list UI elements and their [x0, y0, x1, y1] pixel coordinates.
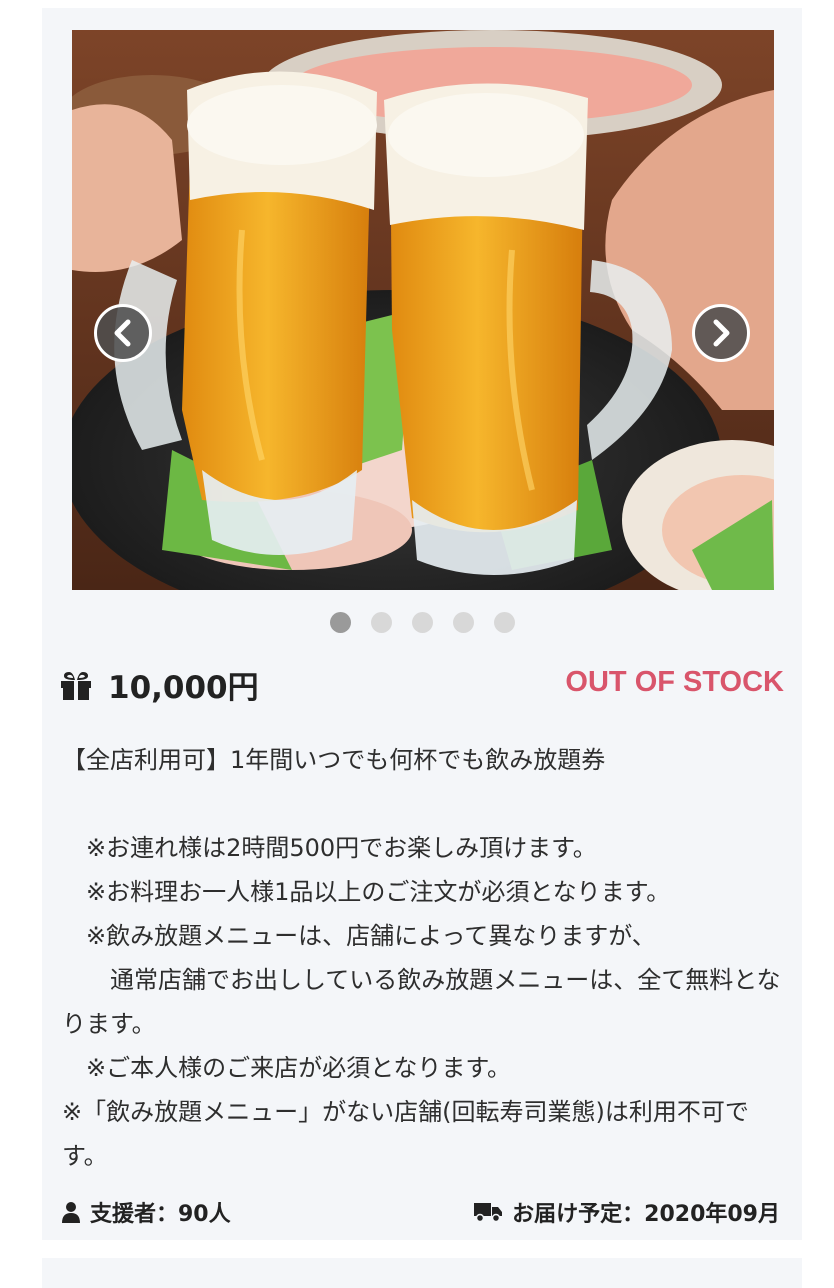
- chevron-left-icon: [114, 319, 131, 347]
- chevron-right-icon: [713, 319, 730, 347]
- reward-footer: 支援者：90人 お届け予定：2020年09月: [62, 1190, 780, 1234]
- carousel-dot[interactable]: [452, 612, 474, 633]
- description-line: 【全店利用可】1年間いつでも何杯でも飲み放題券: [62, 746, 606, 774]
- supporters-label: 支援者：90人: [90, 1202, 231, 1227]
- stock-status: OUT OF STOCK: [565, 666, 784, 698]
- description-line: [62, 782, 784, 826]
- reward-description: 【全店利用可】1年間いつでも何杯でも飲み放題券 ※お連れ様は2時間500円でお楽…: [62, 738, 784, 1178]
- reward-image[interactable]: [72, 30, 774, 590]
- description-line: ※ご本人様のご来店が必須となります。: [62, 1054, 511, 1082]
- delivery-label: お届け予定：2020年09月: [512, 1202, 780, 1227]
- price-row: 10,000円 OUT OF STOCK: [60, 658, 784, 714]
- truck-icon: [474, 1203, 503, 1223]
- beer-toast-photo: [72, 30, 774, 590]
- user-icon: [62, 1202, 80, 1223]
- carousel-dots: [42, 612, 802, 634]
- description-line: ※「飲み放題メニュー」がない店舗(回転寿司業態)は利用不可です。: [62, 1098, 749, 1170]
- description-line: 通常店舗でお出ししている飲み放題メニューは、全て無料となります。: [62, 966, 781, 1038]
- next-slide-button[interactable]: [692, 304, 750, 362]
- prev-slide-button[interactable]: [94, 304, 152, 362]
- carousel-dot[interactable]: [493, 612, 515, 633]
- delivery-date: お届け予定：2020年09月: [474, 1196, 780, 1228]
- price: 10,000円: [108, 670, 259, 706]
- carousel-dot[interactable]: [411, 612, 433, 633]
- description-line: ※飲み放題メニューは、店舗によって異なりますが、: [62, 922, 656, 950]
- description-line: ※お連れ様は2時間500円でお楽しみ頂けます。: [62, 834, 597, 862]
- supporters-count: 支援者：90人: [62, 1196, 231, 1228]
- carousel-dot[interactable]: [329, 612, 351, 633]
- reward-card: 10,000円 OUT OF STOCK 【全店利用可】1年間いつでも何杯でも飲…: [42, 8, 802, 1240]
- next-reward-card: [42, 1258, 802, 1288]
- carousel-dot[interactable]: [370, 612, 392, 633]
- gift-icon: [61, 672, 91, 700]
- description-line: ※お料理お一人様1品以上のご注文が必須となります。: [62, 878, 671, 906]
